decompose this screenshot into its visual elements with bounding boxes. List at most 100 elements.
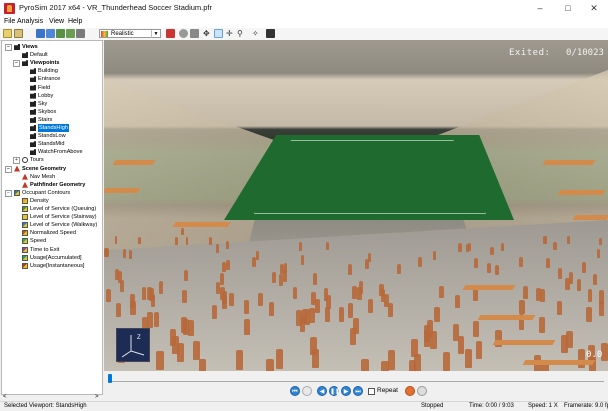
play-icon[interactable]: ▶ <box>341 386 351 396</box>
repeat-checkbox[interactable] <box>368 388 375 395</box>
minimize-button[interactable]: – <box>526 0 554 17</box>
timeline-thumb[interactable] <box>108 374 112 383</box>
flag-icon[interactable] <box>166 29 175 38</box>
occupant-figure <box>324 307 330 322</box>
occupant-figure <box>116 302 122 318</box>
tree-item-usage-accumulated[interactable]: Usage[Accumulated] <box>2 254 102 262</box>
occupant-figure <box>565 277 570 290</box>
expand-icon[interactable]: + <box>13 157 20 165</box>
record-icon[interactable] <box>405 386 415 396</box>
tree-item-label: Normalized Speed <box>30 230 77 237</box>
open-folder-icon[interactable] <box>3 29 12 38</box>
occupant-figure <box>244 319 251 336</box>
tree-item-level-of-service-walkway[interactable]: Level of Service (Walkway) <box>2 221 102 229</box>
occupant-figure <box>269 301 275 316</box>
menu-file[interactable]: File <box>4 18 15 25</box>
tree-item-level-of-service-stairway[interactable]: Level of Service (Stairway) <box>2 213 102 221</box>
walk-icon[interactable] <box>214 29 223 38</box>
menu-help[interactable]: Help <box>68 18 82 25</box>
tree-item-lobby[interactable]: Lobby <box>2 92 102 100</box>
occupant-figure <box>546 258 550 269</box>
tree-item-nav-mesh[interactable]: Nav Mesh <box>2 173 102 181</box>
camera-icon <box>22 52 28 59</box>
tree-item-default[interactable]: Default <box>2 51 102 59</box>
move-icon[interactable]: ✛ <box>226 29 235 38</box>
occupant-figure <box>411 339 418 358</box>
tree-item-scene-geometry[interactable]: − Scene Geometry <box>2 165 102 173</box>
window-title: PyroSim 2017 x64 - VR_Thunderhead Soccer… <box>19 3 213 12</box>
tree-item-label: Views <box>22 44 38 50</box>
tree-item-time-to-exit[interactable]: Time to Exit <box>2 246 102 254</box>
skip-start-icon[interactable]: ⏮ <box>290 386 300 396</box>
occupant-figure <box>487 262 492 274</box>
orbit-icon[interactable] <box>179 29 188 38</box>
layers4-icon[interactable] <box>66 29 75 38</box>
occupant-figure <box>156 351 164 371</box>
contour-icon <box>22 214 28 221</box>
tree-item-viewpoints[interactable]: − Viewpoints <box>2 59 102 68</box>
lock-icon[interactable] <box>190 29 199 38</box>
tree-item-field[interactable]: Field <box>2 84 102 92</box>
play-back-icon[interactable]: ◀ <box>317 386 327 396</box>
collapse-icon[interactable]: − <box>5 189 12 197</box>
tree-item-standshigh[interactable]: StandsHigh <box>2 124 102 132</box>
skip-end-icon[interactable]: ⏭ <box>353 386 363 396</box>
navigate-icon[interactable]: ✥ <box>203 29 212 38</box>
3d-viewport[interactable]: Exited: 0/10023 Z 0.0 <box>104 40 608 371</box>
occupant-figure <box>219 273 225 285</box>
tree-item-density[interactable]: Density <box>2 197 102 205</box>
collapse-icon[interactable]: − <box>5 44 12 51</box>
tree-item-level-of-service-queuing[interactable]: Level of Service (Queuing) <box>2 205 102 213</box>
tree-item-views[interactable]: − Views <box>2 43 102 51</box>
light-icon[interactable]: ✧ <box>252 29 261 38</box>
tree-item-pathfinder-geometry[interactable]: Pathfinder Geometry <box>2 181 102 189</box>
camera-path-icon[interactable] <box>417 386 427 396</box>
layers2-icon[interactable] <box>46 29 55 38</box>
menu-view[interactable]: View <box>49 18 64 25</box>
tree-item-stairs[interactable]: Stairs <box>2 116 102 124</box>
tree-item-sky[interactable]: Sky <box>2 100 102 108</box>
tree-item-speed[interactable]: Speed <box>2 237 102 245</box>
collapse-icon[interactable]: − <box>5 165 12 173</box>
occupant-figure <box>347 303 353 319</box>
occupant-figure <box>519 300 525 315</box>
tree-item-tours[interactable]: + Tours <box>2 156 102 165</box>
menu-bar: File Analysis View Help <box>0 17 608 28</box>
occupant-figure <box>198 358 206 371</box>
tree-item-building[interactable]: Building <box>2 67 102 75</box>
tree-item-label: Occupant Contours <box>22 189 71 196</box>
layers3-icon[interactable] <box>56 29 65 38</box>
menu-analysis[interactable]: Analysis <box>17 18 43 25</box>
scroll-right-icon[interactable]: > <box>95 394 99 400</box>
occupant-figure <box>535 287 541 302</box>
contour-icon <box>22 254 28 261</box>
tree-item-label: Skybox <box>38 108 57 115</box>
bleacher-plank <box>542 160 596 165</box>
camera-icon[interactable] <box>266 29 275 38</box>
layers5-icon[interactable] <box>76 29 85 38</box>
close-button[interactable]: ✕ <box>580 0 608 17</box>
layers-icon[interactable] <box>36 29 45 38</box>
render-mode-select[interactable]: Realistic ▼ <box>99 29 161 38</box>
collapse-icon[interactable]: − <box>13 60 20 68</box>
timeline-slider[interactable] <box>104 372 608 384</box>
tree-item-entrance[interactable]: Entrance <box>2 75 102 83</box>
occupant-figure <box>280 263 285 275</box>
save-icon[interactable] <box>14 29 23 38</box>
tree-item-standslow[interactable]: StandsLow <box>2 132 102 140</box>
tree-item-normalized-speed[interactable]: Normalized Speed <box>2 229 102 237</box>
tree-item-label: StandsMid <box>38 141 65 148</box>
maximize-button[interactable]: □ <box>554 0 582 17</box>
occupant-figure <box>266 358 274 371</box>
tree-item-usage-instantaneous[interactable]: Usage[Instantaneous] <box>2 262 102 270</box>
tree-item-standsmid[interactable]: StandsMid <box>2 140 102 148</box>
pause-icon[interactable]: ❚❚ <box>329 386 340 396</box>
tree-item-label: Speed <box>30 238 47 245</box>
zoom-icon[interactable]: ⚲ <box>237 29 246 38</box>
occupant-figure <box>464 348 472 368</box>
step-back-icon[interactable] <box>302 386 312 396</box>
tree-item-watchfromabove[interactable]: WatchFromAbove <box>2 148 102 156</box>
scroll-left-icon[interactable]: < <box>3 394 7 400</box>
tree-item-skybox[interactable]: Skybox <box>2 108 102 116</box>
tree-item-occupant-contours[interactable]: − Occupant Contours <box>2 189 102 197</box>
